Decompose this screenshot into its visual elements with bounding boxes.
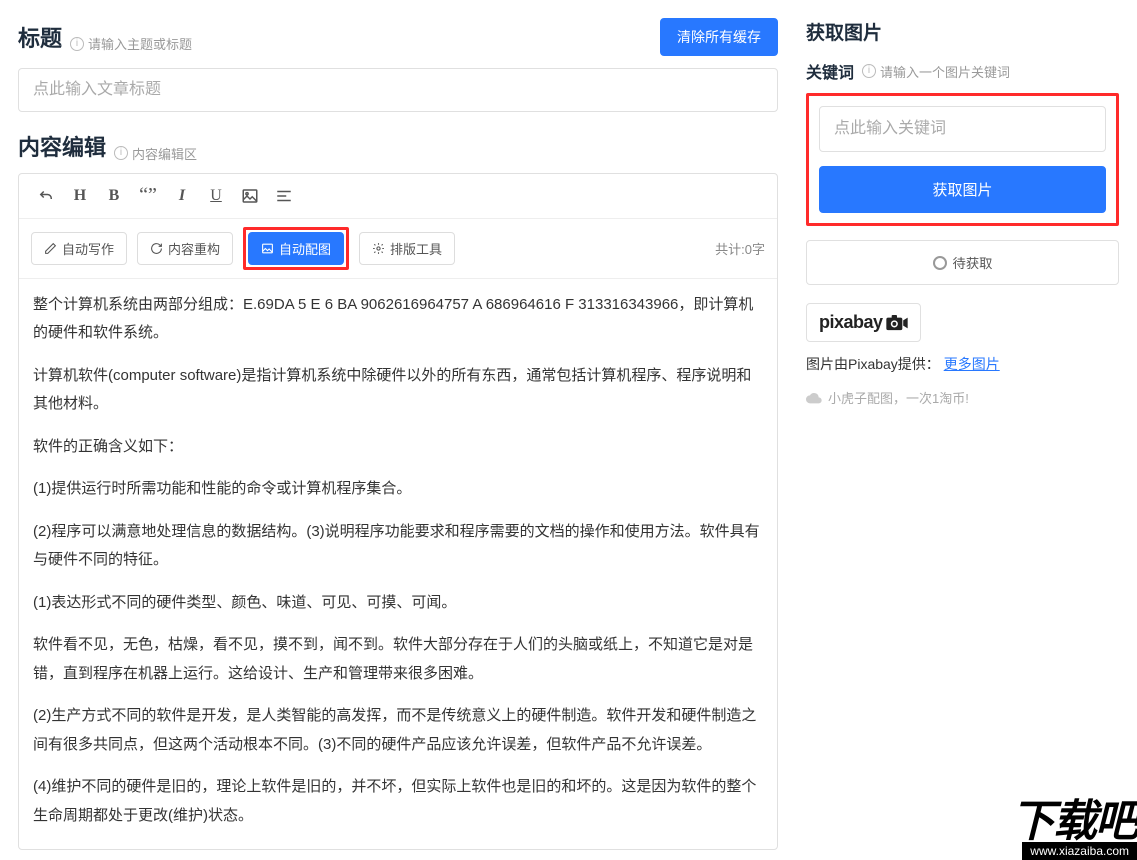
fetch-image-button[interactable]: 获取图片 [819,166,1106,213]
editor-paragraph: 软件的正确含义如下： [33,433,763,462]
pixabay-logo: pixabay [806,303,921,342]
content-hint: i 内容编辑区 [114,144,197,163]
title-hint: i 请输入主题或标题 [70,34,192,53]
more-images-link[interactable]: 更多图片 [944,356,1000,372]
align-icon[interactable] [269,182,299,210]
editor-paragraph: 计算机软件(computer software)是指计算机系统中除硬件以外的所有… [33,362,763,419]
keyword-input-highlight: 获取图片 [806,93,1119,226]
footer-hint: 小虎子配图，一次1淘币! [806,388,1119,407]
image-small-icon [261,242,274,255]
info-icon: i [114,146,128,160]
underline-icon[interactable]: U [201,182,231,210]
editor-paragraph: 整个计算机系统由两部分组成：E.69DA 5 E 6 BA 9062616964… [33,291,763,348]
image-icon[interactable] [235,182,265,210]
bold-icon[interactable]: B [99,182,129,210]
editor-box: H B “” I U 自动写作 [18,173,778,850]
editor-paragraph: (1)提供运行时所需功能和性能的命令或计算机程序集合。 [33,475,763,504]
refresh-icon [150,242,163,255]
circle-icon [933,256,947,270]
auto-image-highlight: 自动配图 [243,227,349,270]
title-section-header: 标题 i 请输入主题或标题 清除所有缓存 [18,18,778,56]
format-toolbar: H B “” I U [19,174,777,219]
editor-paragraph: (1)表达形式不同的硬件类型、颜色、味道、可见、可摸、可闻。 [33,589,763,618]
auto-write-button[interactable]: 自动写作 [31,232,127,265]
info-icon: i [70,37,84,51]
italic-icon[interactable]: I [167,182,197,210]
provider-line: 图片由Pixabay提供： 更多图片 [806,354,1119,374]
title-heading: 标题 [18,21,62,53]
pencil-icon [44,242,57,255]
cloud-icon [806,392,822,404]
layout-icon [372,242,385,255]
article-title-input[interactable] [18,68,778,112]
keyword-hint: i 请输入一个图片关键词 [862,62,1010,81]
layout-tool-button[interactable]: 排版工具 [359,232,455,265]
editor-paragraph: (2)程序可以满意地处理信息的数据结构。(3)说明程序功能要求和程序需要的文档的… [33,518,763,575]
word-count: 共计:0字 [715,239,765,258]
quote-icon[interactable]: “” [133,182,163,210]
content-restruct-button[interactable]: 内容重构 [137,232,233,265]
action-toolbar: 自动写作 内容重构 自动配图 [19,219,777,279]
main-column: 标题 i 请输入主题或标题 清除所有缓存 内容编辑 i 内容编辑区 [0,0,792,860]
editor-paragraph: (4)维护不同的硬件是旧的，理论上软件是旧的，并不坏，但实际上软件也是旧的和坏的… [33,773,763,830]
camera-icon [886,315,908,331]
side-column: 获取图片 关键词 i 请输入一个图片关键词 获取图片 待获取 pixabay [792,0,1137,860]
editor-paragraph: 软件看不见，无色，枯燥，看不见，摸不到，闻不到。软件大部分存在于人们的头脑或纸上… [33,631,763,688]
image-panel-heading: 获取图片 [806,18,1119,45]
editor-body[interactable]: 整个计算机系统由两部分组成：E.69DA 5 E 6 BA 9062616964… [19,279,777,849]
undo-icon[interactable] [31,182,61,210]
content-heading: 内容编辑 [18,130,106,162]
heading-icon[interactable]: H [65,182,95,210]
clear-cache-button[interactable]: 清除所有缓存 [660,18,778,56]
auto-image-button[interactable]: 自动配图 [248,232,344,265]
info-icon: i [862,64,876,78]
editor-paragraph: (2)生产方式不同的软件是开发，是人类智能的高发挥，而不是传统意义上的硬件制造。… [33,702,763,759]
keyword-label: 关键词 [806,59,854,83]
keyword-input[interactable] [819,106,1106,152]
pending-button[interactable]: 待获取 [806,240,1119,285]
